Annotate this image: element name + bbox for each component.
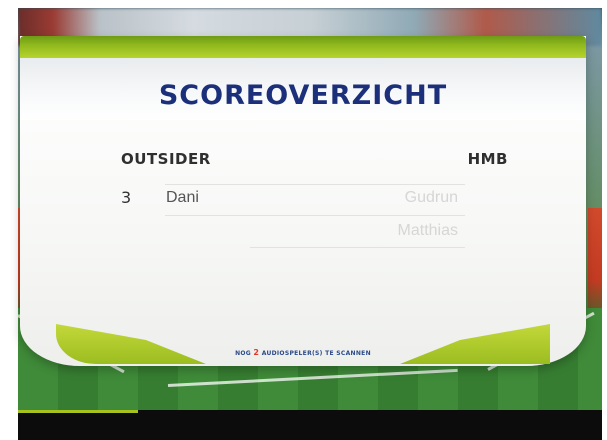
row-divider	[250, 247, 465, 248]
bezel-accent	[18, 410, 138, 413]
team-left-player: Dani	[166, 189, 199, 206]
team-right-name: HMB	[467, 150, 508, 168]
tv-bottom-bezel	[18, 410, 602, 440]
score-panel: SCOREOVERZICHT OUTSIDER HMB 3 Dani Gudru…	[20, 36, 586, 366]
scan-status-suffix: AUDIOSPELER(S) TE SCANNEN	[261, 350, 371, 357]
team-left-score: 3	[121, 188, 132, 207]
scan-status-count: 2	[253, 348, 260, 357]
footer-swoosh-left	[56, 324, 206, 364]
team-left-name: OUTSIDER	[121, 150, 211, 168]
pitch-line	[167, 368, 458, 387]
scan-status-prefix: NOG	[235, 350, 252, 357]
row-divider	[165, 184, 465, 185]
page-title: SCOREOVERZICHT	[158, 80, 448, 111]
team-right-player: Matthias	[397, 222, 458, 239]
row-divider	[165, 215, 465, 216]
scan-status-message: NOG 2 AUDIOSPELER(S) TE SCANNEN	[20, 348, 586, 357]
footer-swoosh-right	[400, 324, 550, 364]
panel-top-rim	[20, 36, 586, 58]
team-right-player: Gudrun	[404, 189, 458, 206]
